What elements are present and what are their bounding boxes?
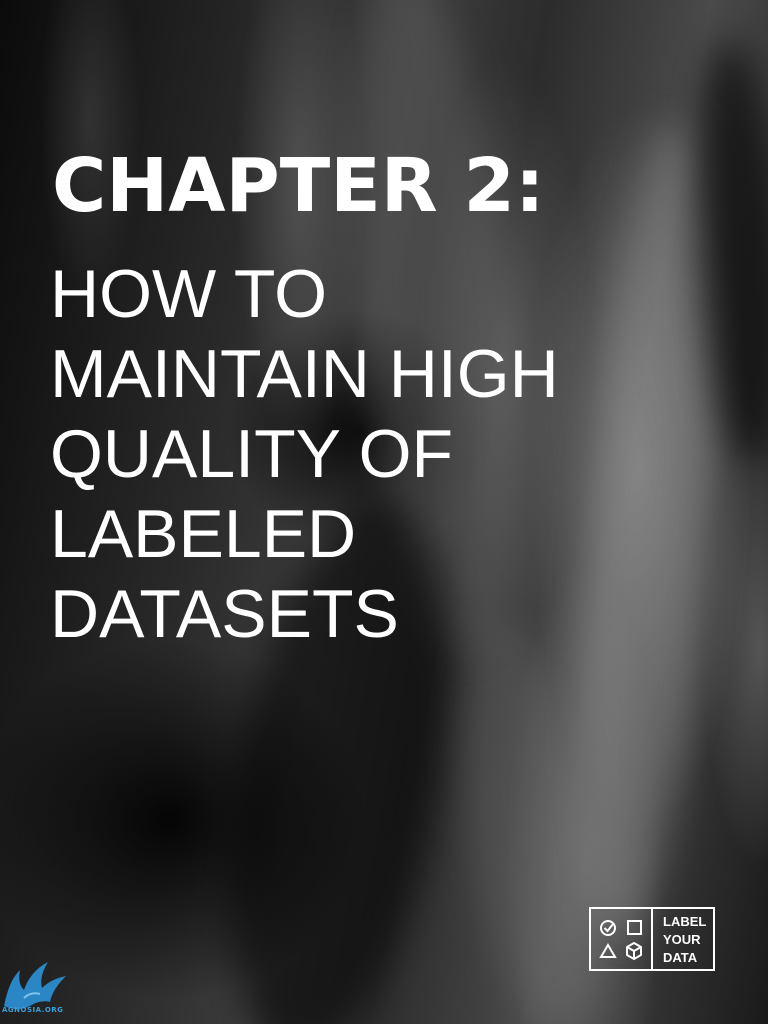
square-icon xyxy=(627,920,642,935)
check-circle-icon xyxy=(600,920,616,936)
label-your-data-logo: LABEL YOUR DATA xyxy=(589,907,715,971)
chapter-subtitle: HOW TO MAINTAIN HIGH QUALITY OF LABELED … xyxy=(50,254,750,654)
logo-line: DATA xyxy=(663,950,698,965)
chapter-title: CHAPTER 2: xyxy=(52,143,545,229)
cover-page: CHAPTER 2: HOW TO MAINTAIN HIGH QUALITY … xyxy=(0,0,768,1024)
subtitle-line: DATASETS xyxy=(50,576,399,652)
triangle-icon xyxy=(599,943,617,958)
logo-wordmark: LABEL YOUR DATA xyxy=(653,909,713,969)
subtitle-line: MAINTAIN HIGH xyxy=(50,336,559,412)
logo-line: LABEL xyxy=(663,914,707,929)
watermark-text: AGNOSIA.ORG xyxy=(2,1006,64,1014)
subtitle-line: LABELED xyxy=(50,496,357,572)
subtitle-line: HOW TO xyxy=(50,256,328,332)
logo-icon-grid xyxy=(591,909,653,969)
subtitle-line: QUALITY OF xyxy=(50,416,454,492)
logo-line: YOUR xyxy=(663,932,701,947)
cube-icon xyxy=(626,942,642,960)
